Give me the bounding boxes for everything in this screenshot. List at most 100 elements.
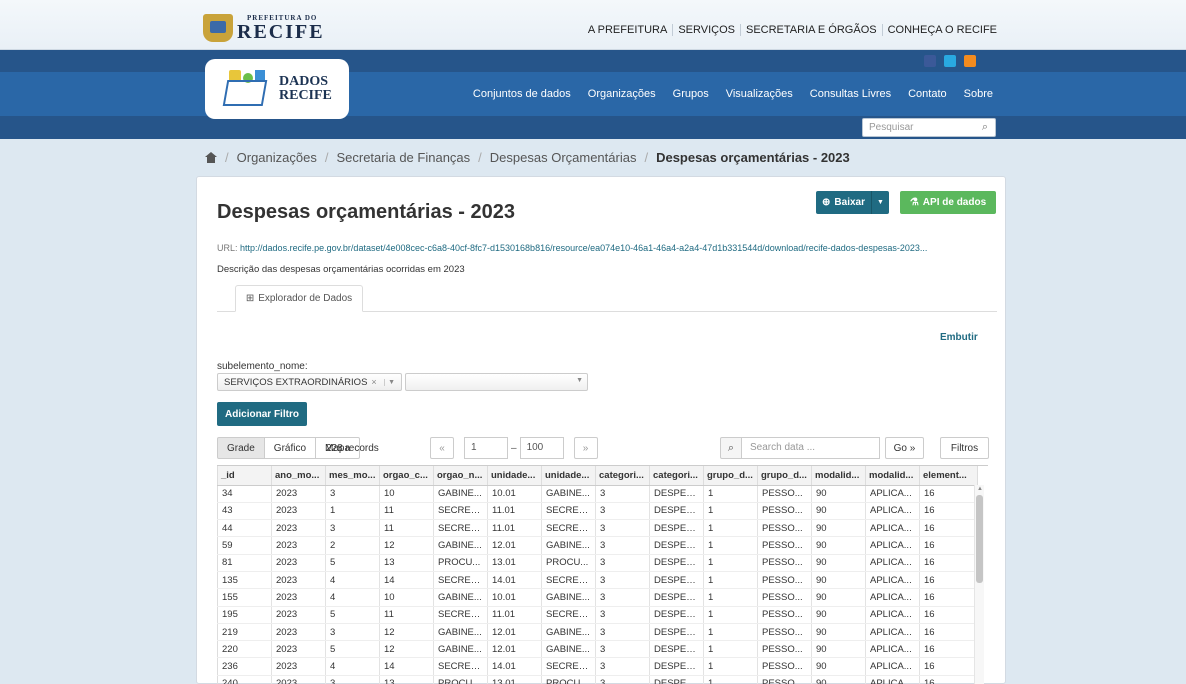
table-cell: 10.01	[487, 485, 542, 503]
column-header[interactable]: orgao_n...	[433, 466, 488, 486]
home-icon[interactable]	[205, 152, 217, 163]
download-button[interactable]: ⊕ Baixar	[816, 191, 871, 214]
table-cell: APLICA...	[865, 606, 920, 624]
column-header[interactable]: unidade...	[487, 466, 542, 486]
table-cell: 3	[325, 519, 380, 538]
facebook-icon[interactable]	[924, 55, 936, 67]
table-row[interactable]: 236 2023 4 14 SECRET... 14.01 SECRET... 3 DESPES…	[217, 657, 978, 676]
view-grade[interactable]: Grade	[217, 437, 265, 459]
site-search-placeholder: Pesquisar	[869, 122, 914, 133]
download-dropdown-toggle[interactable]: ▼	[871, 191, 889, 214]
column-header[interactable]: unidade...	[541, 466, 596, 486]
site-search-input[interactable]: Pesquisar ⌕	[862, 118, 996, 137]
social-bar	[0, 50, 1186, 72]
table-cell: 14	[379, 657, 434, 676]
filter-value-select[interactable]: SERVIÇOS EXTRAORDINÁRIOS × ▼	[217, 373, 402, 391]
view-grafico[interactable]: Gráfico	[263, 437, 317, 459]
dados-recife-logo[interactable]: DADOS RECIFE	[205, 59, 349, 119]
table-row[interactable]: 155 2023 4 10 GABINE... 10.01 GABINE... 3 DESPES…	[217, 588, 978, 607]
table-cell: 2023	[271, 519, 326, 538]
nav-contato[interactable]: Contato	[908, 88, 947, 100]
go-button[interactable]: Go »	[885, 437, 924, 459]
pager-from-input[interactable]: 1	[464, 437, 508, 459]
table-row[interactable]: 44 2023 3 11 SECRET... 11.01 SECRET... 3 DESPES.…	[217, 519, 978, 538]
table-cell: 90	[811, 606, 866, 624]
filter-second-select[interactable]: ▼	[405, 373, 588, 391]
nav-consultas[interactable]: Consultas Livres	[810, 88, 891, 100]
table-cell: PESSO...	[757, 588, 812, 607]
table-row[interactable]: 240 2023 3 13 PROCU... 13.01 PROCU... 3 DESPES..…	[217, 675, 978, 684]
search-icon[interactable]: ⌕	[982, 121, 988, 134]
column-header[interactable]: ano_mo...	[271, 466, 326, 486]
table-cell: 59	[217, 536, 272, 555]
top-nav-item-secretaria[interactable]: SECRETARIA E ÓRGÃOS	[741, 24, 883, 36]
column-header[interactable]: element...	[919, 466, 978, 486]
table-cell: 11	[379, 606, 434, 624]
table-cell: APLICA...	[865, 571, 920, 590]
table-row[interactable]: 220 2023 5 12 GABINE... 12.01 GABINE... 3 DESPES…	[217, 640, 978, 659]
pager-prev-button[interactable]: «	[430, 437, 454, 459]
table-row[interactable]: 43 2023 1 11 SECRET... 11.01 SECRET... 3 DESPES.…	[217, 502, 978, 521]
search-icon: ⌕	[720, 437, 742, 459]
nav-conjuntos[interactable]: Conjuntos de dados	[473, 88, 571, 100]
table-cell: SECRET...	[433, 502, 488, 521]
column-header[interactable]: grupo_d...	[757, 466, 812, 486]
pager-to-input[interactable]: 100	[519, 437, 564, 459]
table-cell: GABINE...	[541, 536, 596, 555]
chevron-down-icon[interactable]: ▼	[384, 378, 395, 386]
table-cell: 90	[811, 657, 866, 676]
table-row[interactable]: 81 2023 5 13 PROCU... 13.01 PROCU... 3 DESPES...…	[217, 554, 978, 572]
nav-visualizacoes[interactable]: Visualizações	[726, 88, 793, 100]
table-cell: 43	[217, 502, 272, 521]
column-header[interactable]: orgao_c...	[379, 466, 434, 486]
table-row[interactable]: 59 2023 2 12 GABINE... 12.01 GABINE... 3 DESPES.…	[217, 536, 978, 555]
rss-icon[interactable]	[964, 55, 976, 67]
top-nav-item-servicos[interactable]: SERVIÇOS	[673, 24, 741, 36]
table-row[interactable]: 135 2023 4 14 SECRET... 14.01 SECRET... 3 DESPES…	[217, 571, 978, 590]
embed-link[interactable]: Embutir	[940, 332, 978, 343]
table-row[interactable]: 34 2023 3 10 GABINE... 10.01 GABINE... 3 DESPES.…	[217, 485, 978, 503]
pager-next-button[interactable]: »	[573, 437, 598, 459]
nav-grupos[interactable]: Grupos	[673, 88, 709, 100]
breadcrumb-organizacoes[interactable]: Organizações	[237, 150, 317, 165]
breadcrumb-despesas[interactable]: Despesas Orçamentárias	[490, 150, 637, 165]
table-cell: 14.01	[487, 657, 542, 676]
top-nav-item-prefeitura[interactable]: A PREFEITURA	[583, 24, 674, 36]
add-filter-button[interactable]: Adicionar Filtro	[217, 402, 307, 426]
grid-scrollbar[interactable]: ▲	[974, 485, 984, 684]
table-cell: 16	[919, 502, 978, 521]
table-cell: 10	[379, 485, 434, 503]
api-button[interactable]: ⚗ API de dados	[900, 191, 996, 214]
crest-icon	[203, 14, 233, 42]
breadcrumb-secretaria[interactable]: Secretaria de Finanças	[336, 150, 470, 165]
column-header[interactable]: grupo_d...	[703, 466, 758, 486]
pager: « 1 – 100 »	[430, 437, 598, 459]
scroll-thumb[interactable]	[976, 495, 983, 583]
table-cell: 1	[703, 519, 758, 538]
nav-sobre[interactable]: Sobre	[964, 88, 993, 100]
api-label: API de dados	[922, 197, 987, 208]
column-header[interactable]: categori...	[649, 466, 704, 486]
table-cell: 1	[703, 588, 758, 607]
column-header[interactable]: _id	[217, 466, 272, 486]
prefeitura-logo[interactable]: PREFEITURA DO RECIFE	[203, 12, 325, 44]
table-cell: APLICA...	[865, 554, 920, 572]
data-search-input[interactable]: Search data ...	[742, 437, 880, 459]
logo-line1: DADOS	[279, 74, 329, 89]
tab-explorador[interactable]: ⊞ Explorador de Dados	[235, 285, 363, 312]
top-nav-item-conheca[interactable]: CONHEÇA O RECIFE	[883, 24, 997, 36]
grid-body: 34 2023 3 10 GABINE... 10.01 GABINE... 3 DESPES.…	[217, 485, 978, 684]
scroll-up-icon[interactable]: ▲	[977, 486, 983, 492]
table-row[interactable]: 195 2023 5 11 SECRET... 11.01 SECRET... 3 DESPES…	[217, 606, 978, 624]
twitter-icon[interactable]	[944, 55, 956, 67]
filters-button[interactable]: Filtros	[940, 437, 989, 459]
column-header[interactable]: modalid...	[811, 466, 866, 486]
table-row[interactable]: 219 2023 3 12 GABINE... 12.01 GABINE... 3 DESPES…	[217, 623, 978, 642]
table-cell: 220	[217, 640, 272, 659]
column-header[interactable]: mes_mo...	[325, 466, 380, 486]
nav-organizacoes[interactable]: Organizações	[588, 88, 656, 100]
clear-icon[interactable]: ×	[371, 377, 376, 387]
url-link[interactable]: http://dados.recife.pe.gov.br/dataset/4e…	[240, 243, 927, 253]
column-header[interactable]: modalid...	[865, 466, 920, 486]
column-header[interactable]: categori...	[595, 466, 650, 486]
